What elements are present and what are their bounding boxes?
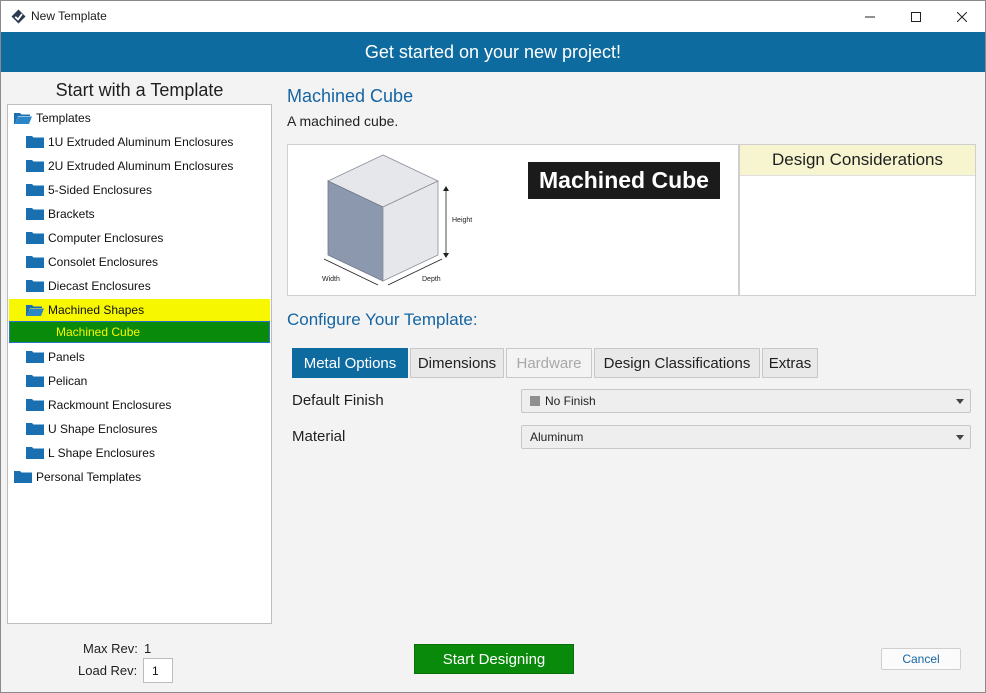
- template-list-title: Start with a Template: [55, 80, 224, 100]
- tree-item-brackets[interactable]: Brackets: [9, 203, 270, 225]
- tree-item-5-sided[interactable]: 5-Sided Enclosures: [9, 179, 270, 201]
- folder-icon: [26, 399, 44, 411]
- tab-metal-options[interactable]: Metal Options: [292, 348, 408, 378]
- tree-item-label: Computer Enclosures: [48, 231, 164, 245]
- folder-icon: [26, 447, 44, 459]
- default-finish-select[interactable]: No Finish: [521, 389, 971, 413]
- window-title: New Template: [31, 9, 107, 23]
- tab-design-classifications[interactable]: Design Classifications: [594, 348, 760, 378]
- folder-icon: [26, 160, 44, 172]
- title-bar: New Template: [1, 1, 985, 32]
- tree-item-label: Consolet Enclosures: [48, 255, 159, 269]
- load-rev-value: 1: [152, 663, 159, 678]
- tree-item-label: Personal Templates: [36, 470, 142, 484]
- banner-text: Get started on your new project!: [364, 41, 622, 62]
- folder-open-icon: [26, 305, 44, 316]
- cube-diagram: Height Width Depth: [322, 154, 472, 286]
- cancel-button[interactable]: Cancel: [881, 648, 961, 670]
- tree-item-machined-cube[interactable]: Machined Cube: [9, 321, 270, 343]
- dropdown-arrow-icon: [956, 399, 964, 404]
- tree-item-computer-enclosures[interactable]: Computer Enclosures: [9, 227, 270, 249]
- folder-icon: [26, 208, 44, 220]
- folder-icon: [26, 280, 44, 292]
- tab-hardware: Hardware: [506, 348, 592, 378]
- load-rev-input[interactable]: 1: [143, 658, 173, 683]
- template-preview: Height Width Depth Machined Cube: [287, 144, 739, 296]
- start-designing-button[interactable]: Start Designing: [414, 644, 574, 674]
- folder-icon: [26, 184, 44, 196]
- tree-item-panels[interactable]: Panels: [9, 346, 270, 368]
- design-considerations-header: Design Considerations: [740, 145, 975, 176]
- tree-item-label: Templates: [36, 111, 91, 125]
- tab-dimensions[interactable]: Dimensions: [410, 348, 504, 378]
- maximize-button[interactable]: [893, 1, 939, 32]
- tree-item-label: 1U Extruded Aluminum Enclosures: [48, 135, 234, 149]
- max-rev-value: 1: [144, 641, 152, 656]
- tree-item-label: Machined Cube: [56, 325, 141, 339]
- material-label: Material: [292, 428, 346, 445]
- tree-item-l-shape[interactable]: L Shape Enclosures: [9, 442, 270, 464]
- folder-icon: [26, 351, 44, 363]
- configure-title: Configure Your Template:: [287, 310, 478, 329]
- material-select[interactable]: Aluminum: [521, 425, 971, 449]
- folder-icon: [26, 232, 44, 244]
- template-name: Machined Cube: [287, 86, 414, 106]
- preview-title-badge: Machined Cube: [528, 162, 720, 199]
- tree-item-label: 2U Extruded Aluminum Enclosures: [48, 159, 234, 173]
- close-icon: [957, 11, 967, 22]
- default-finish-value: No Finish: [545, 394, 596, 408]
- folder-icon: [26, 256, 44, 268]
- folder-icon: [26, 136, 44, 148]
- tree-item-label: Pelican: [48, 374, 88, 388]
- depth-dimension-label: Depth: [422, 276, 441, 283]
- tree-item-1u-extruded[interactable]: 1U Extruded Aluminum Enclosures: [9, 131, 270, 153]
- new-template-window: New Template Get started on your new pro…: [0, 0, 986, 693]
- folder-icon: [26, 375, 44, 387]
- width-dimension-label: Width: [322, 276, 340, 283]
- tree-item-templates[interactable]: Templates: [9, 107, 270, 129]
- template-description: A machined cube.: [287, 113, 399, 129]
- minimize-button[interactable]: [847, 1, 893, 32]
- tree-item-pelican[interactable]: Pelican: [9, 370, 270, 392]
- tree-item-label: Brackets: [48, 207, 95, 221]
- tree-item-label: 5-Sided Enclosures: [48, 183, 153, 197]
- folder-icon: [26, 423, 44, 435]
- folder-icon: [14, 471, 32, 483]
- tree-item-label: Machined Shapes: [48, 303, 145, 317]
- tree-item-label: Rackmount Enclosures: [48, 398, 172, 412]
- tree-item-u-shape[interactable]: U Shape Enclosures: [9, 418, 270, 440]
- folder-open-icon: [14, 113, 32, 124]
- tree-item-machined-shapes[interactable]: Machined Shapes: [9, 299, 270, 321]
- load-rev-label: Load Rev:: [78, 663, 138, 678]
- tree-item-label: L Shape Enclosures: [48, 446, 155, 460]
- max-rev-label: Max Rev:: [83, 641, 138, 656]
- maximize-icon: [911, 11, 921, 22]
- tree-item-label: Diecast Enclosures: [48, 279, 151, 293]
- finish-swatch: [530, 396, 540, 406]
- height-dimension-label: Height: [452, 217, 472, 224]
- header-banner: Get started on your new project!: [1, 32, 985, 72]
- tree-item-rackmount[interactable]: Rackmount Enclosures: [9, 394, 270, 416]
- tree-item-label: Panels: [48, 350, 85, 364]
- tree-item-personal-templates[interactable]: Personal Templates: [9, 466, 270, 488]
- default-finish-label: Default Finish: [292, 392, 384, 409]
- template-tree: Templates 1U Extruded Aluminum Enclosure…: [7, 104, 272, 624]
- tree-item-diecast[interactable]: Diecast Enclosures: [9, 275, 270, 297]
- tree-item-consolet[interactable]: Consolet Enclosures: [9, 251, 270, 273]
- tree-item-2u-extruded[interactable]: 2U Extruded Aluminum Enclosures: [9, 155, 270, 177]
- close-button[interactable]: [939, 1, 985, 32]
- minimize-icon: [865, 16, 875, 17]
- app-logo-icon: [11, 9, 26, 24]
- material-value: Aluminum: [530, 430, 584, 444]
- tree-item-label: U Shape Enclosures: [48, 422, 158, 436]
- design-considerations-panel: Design Considerations: [739, 144, 976, 296]
- tab-extras[interactable]: Extras: [762, 348, 818, 378]
- dropdown-arrow-icon: [956, 435, 964, 440]
